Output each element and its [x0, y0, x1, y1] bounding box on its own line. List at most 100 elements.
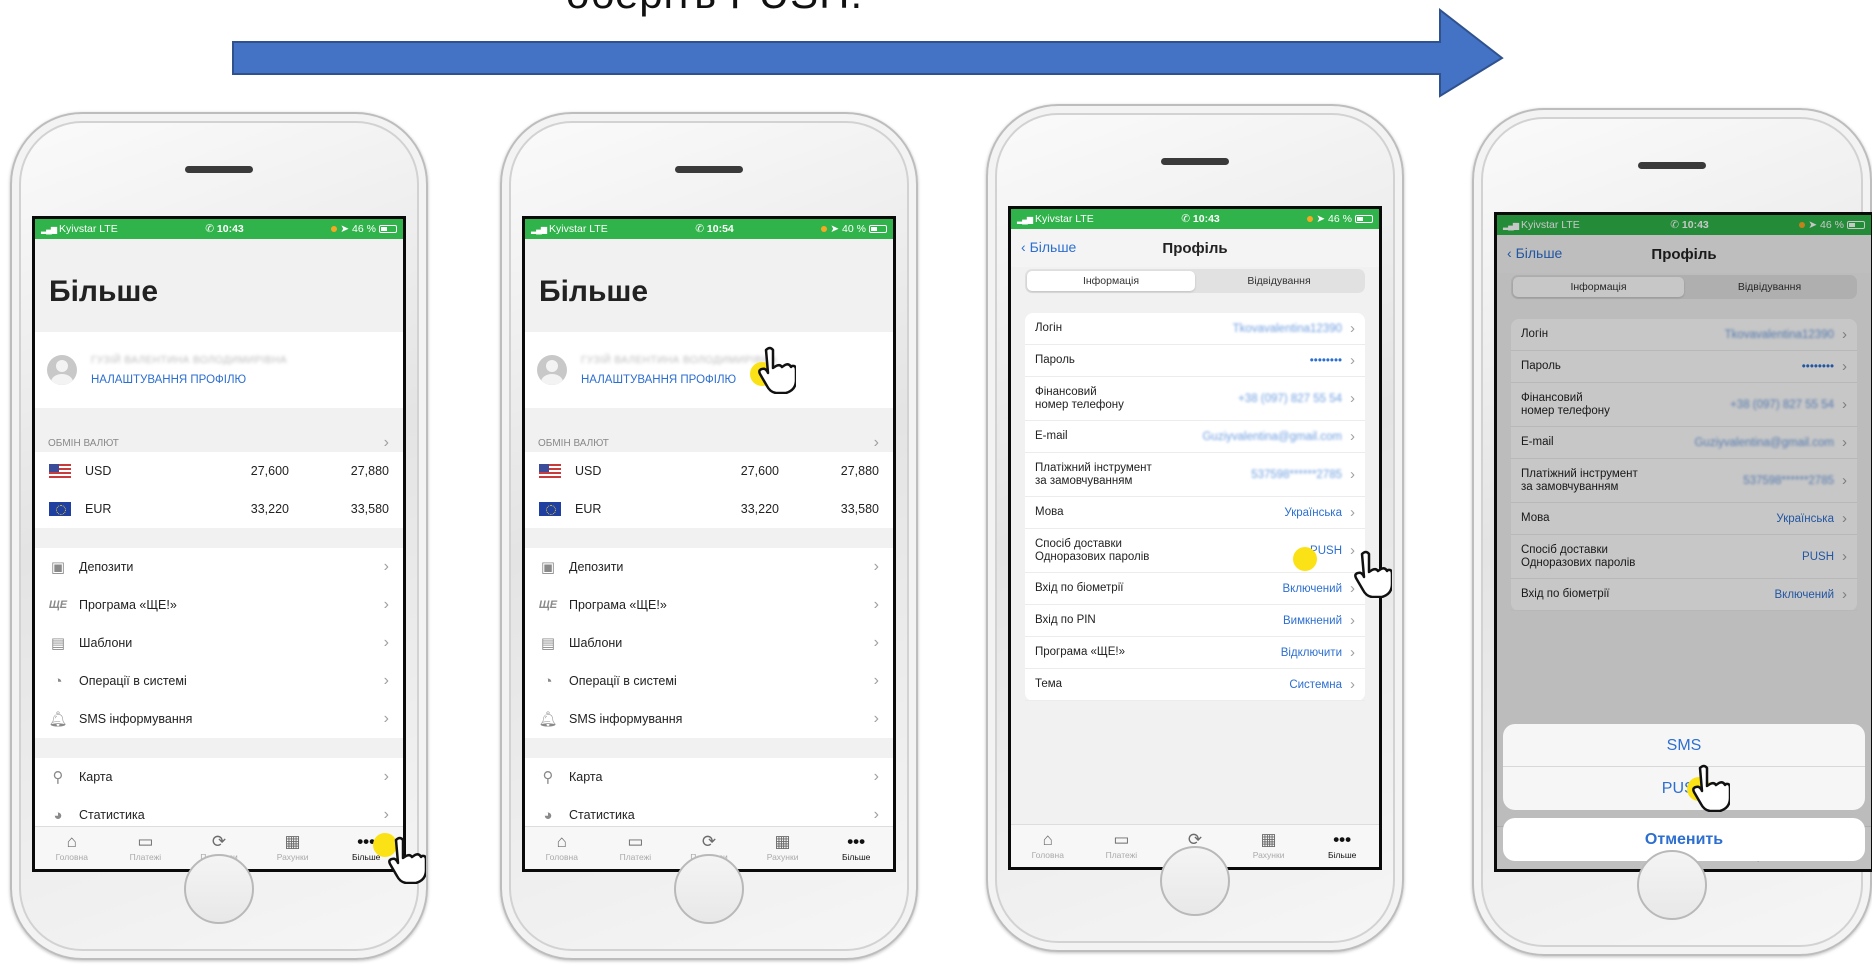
menu-item-she[interactable]: ЩЕ Програма «ЩЕ!» ›: [525, 586, 893, 624]
tab-more[interactable]: •••Більше: [819, 827, 893, 869]
accounts-icon: ▦: [1260, 830, 1277, 849]
segment-visits[interactable]: Відвідування: [1195, 271, 1363, 291]
menu-item-sms[interactable]: 🔔︎ SMS інформування ›: [35, 700, 403, 738]
screen-profile-actionsheet: ▂▄▆ Kyivstar LTE ✆ 10:43 ➤ 46 % ‹ Більше П…: [1494, 212, 1872, 872]
profile-settings-link[interactable]: НАЛАШТУВАННЯ ПРОФІЛЮ: [581, 374, 777, 386]
tab-accounts[interactable]: ▦Рахунки: [746, 827, 820, 869]
tab-payments[interactable]: ▭Платежі: [109, 827, 183, 869]
segment-info[interactable]: Інформація: [1027, 271, 1195, 291]
phone-call-icon: ✆: [1181, 213, 1193, 225]
battery-percent: 46 %: [1328, 213, 1352, 225]
tab-home[interactable]: ⌂Головна: [35, 827, 109, 869]
carrier: Kyivstar LTE: [548, 223, 608, 235]
eu-flag-icon: [539, 502, 561, 516]
menu-item-templates[interactable]: ▤ Шаблони ›: [525, 624, 893, 662]
more-icon: •••: [1333, 830, 1352, 849]
screen-profile: ▂▄▆ Kyivstar LTE ✆ 10:43 ➤ 46 % ‹ Більше П…: [1008, 206, 1382, 870]
menu-label: SMS інформування: [79, 712, 193, 726]
menu-item-sms[interactable]: 🔔︎ SMS інформування ›: [525, 700, 893, 738]
chevron-right-icon: ›: [1350, 466, 1355, 483]
pie-chart-icon: ◕: [53, 806, 63, 824]
menu-label: Статистика: [79, 808, 145, 822]
deposit-icon: ▣: [50, 559, 66, 576]
option-push[interactable]: PUSH: [1503, 767, 1865, 810]
speaker: [1161, 158, 1229, 165]
sell-rate: 33,580: [350, 502, 389, 516]
menu-item-templates[interactable]: ▤ Шаблони ›: [35, 624, 403, 662]
menu-item-map[interactable]: ⚲ Карта ›: [35, 758, 403, 796]
menu-item-deposits[interactable]: ▣ Депозити ›: [525, 548, 893, 586]
home-button[interactable]: [1637, 850, 1707, 920]
screen-more: ▂▄▆ Kyivstar LTE ✆ 10:43 ➤ 46 % Більше ГУЗ…: [32, 216, 406, 872]
speaker: [675, 166, 743, 173]
profile-row[interactable]: E-mail Guziyvalentina@gmail.com ›: [1025, 421, 1365, 453]
profile-row-label: E-mail: [1035, 430, 1068, 442]
tab-home[interactable]: ⌂Головна: [1011, 825, 1085, 867]
profile-row[interactable]: Пароль •••••••• ›: [1025, 345, 1365, 377]
bell-icon: 🔔︎: [538, 711, 558, 728]
chevron-right-icon: ›: [1350, 644, 1355, 661]
page-title: Більше: [49, 275, 159, 308]
profile-name: ГУЗІЙ ВАЛЕНТИНА ВОЛОДИМИРІВНА: [581, 354, 778, 366]
profile-row[interactable]: Вхід по біометрії Включений ›: [1025, 573, 1365, 605]
profile-row[interactable]: Фінансовий номер телефону +38 (097) 827 5…: [1025, 377, 1365, 421]
back-button[interactable]: ‹ Більше: [1021, 239, 1076, 255]
home-button[interactable]: [674, 854, 744, 924]
phone-1: ▂▄▆ Kyivstar LTE ✆ 10:43 ➤ 46 % Більше ГУЗ…: [10, 112, 428, 960]
chevron-right-icon: ›: [873, 558, 879, 575]
battery-icon: [868, 225, 887, 233]
buy-rate: 33,220: [740, 502, 779, 516]
sell-rate: 33,580: [840, 502, 879, 516]
tab-home[interactable]: ⌂Головна: [525, 827, 599, 869]
pointer-hand-icon: [758, 346, 796, 394]
menu-item-map[interactable]: ⚲ Карта ›: [525, 758, 893, 796]
home-button[interactable]: [1160, 846, 1230, 916]
signal-icon: ▂▄▆: [41, 224, 57, 234]
profile-card[interactable]: ГУЗІЙ ВАЛЕНТИНА ВОЛОДИМИРІВНА НАЛАШТУВАН…: [525, 332, 893, 408]
tab-payments[interactable]: ▭Платежі: [599, 827, 673, 869]
profile-row-value: Tkovavalentina12390: [1232, 322, 1342, 335]
signal-icon: ▂▄▆: [531, 224, 547, 234]
menu-item-operations[interactable]: ◔ Операції в системі ›: [525, 662, 893, 700]
screen-more: ▂▄▆ Kyivstar LTE ✆ 10:54 ➤ 40 % Більше ГУЗ…: [522, 216, 896, 872]
recording-dot-icon: [821, 226, 828, 232]
exchange-section-label[interactable]: ОБМІН ВАЛЮТ ›: [525, 408, 893, 452]
chevron-right-icon: ›: [873, 768, 879, 785]
profile-row-value: Вимкнений: [1283, 614, 1342, 627]
profile-row[interactable]: Платіжний інструмент за замовчуванням 537…: [1025, 453, 1365, 497]
profile-row-value: Українська: [1284, 506, 1342, 519]
chevron-right-icon: ›: [1350, 390, 1355, 407]
profile-row[interactable]: Мова Українська ›: [1025, 497, 1365, 529]
menu-item-operations[interactable]: ◔ Операції в системі ›: [35, 662, 403, 700]
tab-accounts[interactable]: ▦Рахунки: [1232, 825, 1306, 867]
profile-row[interactable]: Програма «ЩЕ!» Відключити ›: [1025, 637, 1365, 669]
chevron-right-icon: ›: [1350, 352, 1355, 369]
menu-item-deposits[interactable]: ▣ Депозити ›: [35, 548, 403, 586]
menu-label: Депозити: [79, 560, 134, 574]
profile-row-label: Фінансовий номер телефону: [1035, 385, 1124, 411]
speaker: [185, 166, 253, 173]
option-sms[interactable]: SMS: [1503, 724, 1865, 767]
profile-settings-link[interactable]: НАЛАШТУВАННЯ ПРОФІЛЮ: [91, 374, 287, 386]
home-button[interactable]: [184, 854, 254, 924]
profile-row-label: Вхід по біометрії: [1035, 582, 1124, 594]
avatar-icon: [537, 355, 567, 385]
profile-settings-list: Логін Tkovavalentina12390 › Пароль •••••••• ›…: [1025, 313, 1365, 701]
profile-card[interactable]: ГУЗІЙ ВАЛЕНТИНА ВОЛОДИМИРІВНА НАЛАШТУВАН…: [35, 332, 403, 408]
tab-more[interactable]: •••Більше: [1305, 825, 1379, 867]
exchange-section-label[interactable]: ОБМІН ВАЛЮТ ›: [35, 408, 403, 452]
menu-label: Статистика: [569, 808, 635, 822]
profile-row[interactable]: Логін Tkovavalentina12390 ›: [1025, 313, 1365, 345]
location-icon: ➤: [830, 223, 840, 235]
profile-row[interactable]: Тема Системна ›: [1025, 669, 1365, 701]
chevron-right-icon: ›: [383, 710, 389, 727]
tab-accounts[interactable]: ▦Рахунки: [256, 827, 330, 869]
menu-item-she[interactable]: ЩЕ Програма «ЩЕ!» ›: [35, 586, 403, 624]
profile-row[interactable]: Вхід по PIN Вимкнений ›: [1025, 605, 1365, 637]
tab-payments[interactable]: ▭Платежі: [1085, 825, 1159, 867]
chevron-right-icon: ›: [383, 596, 389, 613]
action-sheet-options: SMS PUSH: [1503, 724, 1865, 810]
sell-rate: 27,880: [840, 464, 879, 478]
sell-rate: 27,880: [350, 464, 389, 478]
flow-arrow: [232, 8, 1504, 98]
